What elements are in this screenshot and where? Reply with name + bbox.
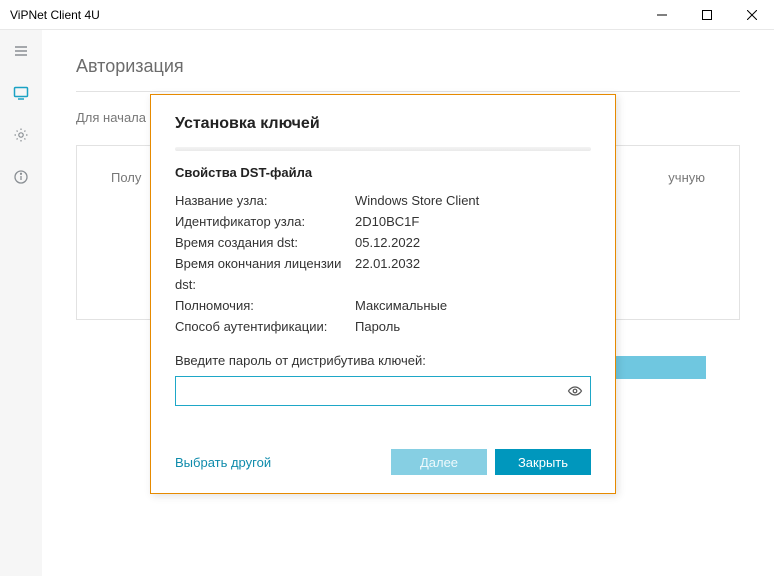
value-permissions: Максимальные: [355, 295, 591, 316]
label-node-id: Идентификатор узла:: [175, 211, 355, 232]
sidebar: [0, 30, 42, 576]
password-input[interactable]: [175, 376, 591, 406]
close-window-button[interactable]: [729, 0, 774, 30]
info-icon[interactable]: [0, 162, 42, 192]
dst-properties-heading: Свойства DST-файла: [175, 165, 591, 180]
value-node-name: Windows Store Client: [355, 190, 591, 211]
close-button[interactable]: Закрыть: [495, 449, 591, 475]
row-created: Время создания dst: 05.12.2022: [175, 232, 591, 253]
separator: [175, 147, 591, 151]
row-auth-method: Способ аутентификации: Пароль: [175, 316, 591, 337]
settings-icon[interactable]: [0, 120, 42, 150]
label-created: Время создания dst:: [175, 232, 355, 253]
password-field-wrap: [175, 376, 591, 406]
card-text-right: учную: [668, 170, 705, 185]
label-license-end: Время окончания лицензии dst:: [175, 253, 355, 295]
row-permissions: Полномочия: Максимальные: [175, 295, 591, 316]
install-keys-dialog: Установка ключей Свойства DST-файла Назв…: [150, 94, 616, 494]
dialog-title: Установка ключей: [175, 115, 591, 133]
window-controls: [639, 0, 774, 30]
minimize-button[interactable]: [639, 0, 684, 30]
choose-other-link[interactable]: Выбрать другой: [175, 455, 271, 470]
card-text-left: Полу: [111, 170, 141, 185]
eye-icon[interactable]: [567, 383, 583, 399]
row-node-id: Идентификатор узла: 2D10BC1F: [175, 211, 591, 232]
value-created: 05.12.2022: [355, 232, 591, 253]
row-license-end: Время окончания лицензии dst: 22.01.2032: [175, 253, 591, 295]
dialog-footer: Выбрать другой Далее Закрыть: [175, 449, 591, 475]
password-prompt: Введите пароль от дистрибутива ключей:: [175, 353, 591, 368]
label-auth-method: Способ аутентификации:: [175, 316, 355, 337]
titlebar: ViPNet Client 4U: [0, 0, 774, 30]
row-node-name: Название узла: Windows Store Client: [175, 190, 591, 211]
value-license-end: 22.01.2032: [355, 253, 591, 295]
maximize-button[interactable]: [684, 0, 729, 30]
value-node-id: 2D10BC1F: [355, 211, 591, 232]
next-button[interactable]: Далее: [391, 449, 487, 475]
window-title: ViPNet Client 4U: [10, 8, 100, 22]
value-auth-method: Пароль: [355, 316, 591, 337]
page-title: Авторизация: [76, 56, 740, 92]
label-permissions: Полномочия:: [175, 295, 355, 316]
menu-icon[interactable]: [0, 36, 42, 66]
label-node-name: Название узла:: [175, 190, 355, 211]
monitor-icon[interactable]: [0, 78, 42, 108]
background-next-button: [616, 356, 706, 379]
